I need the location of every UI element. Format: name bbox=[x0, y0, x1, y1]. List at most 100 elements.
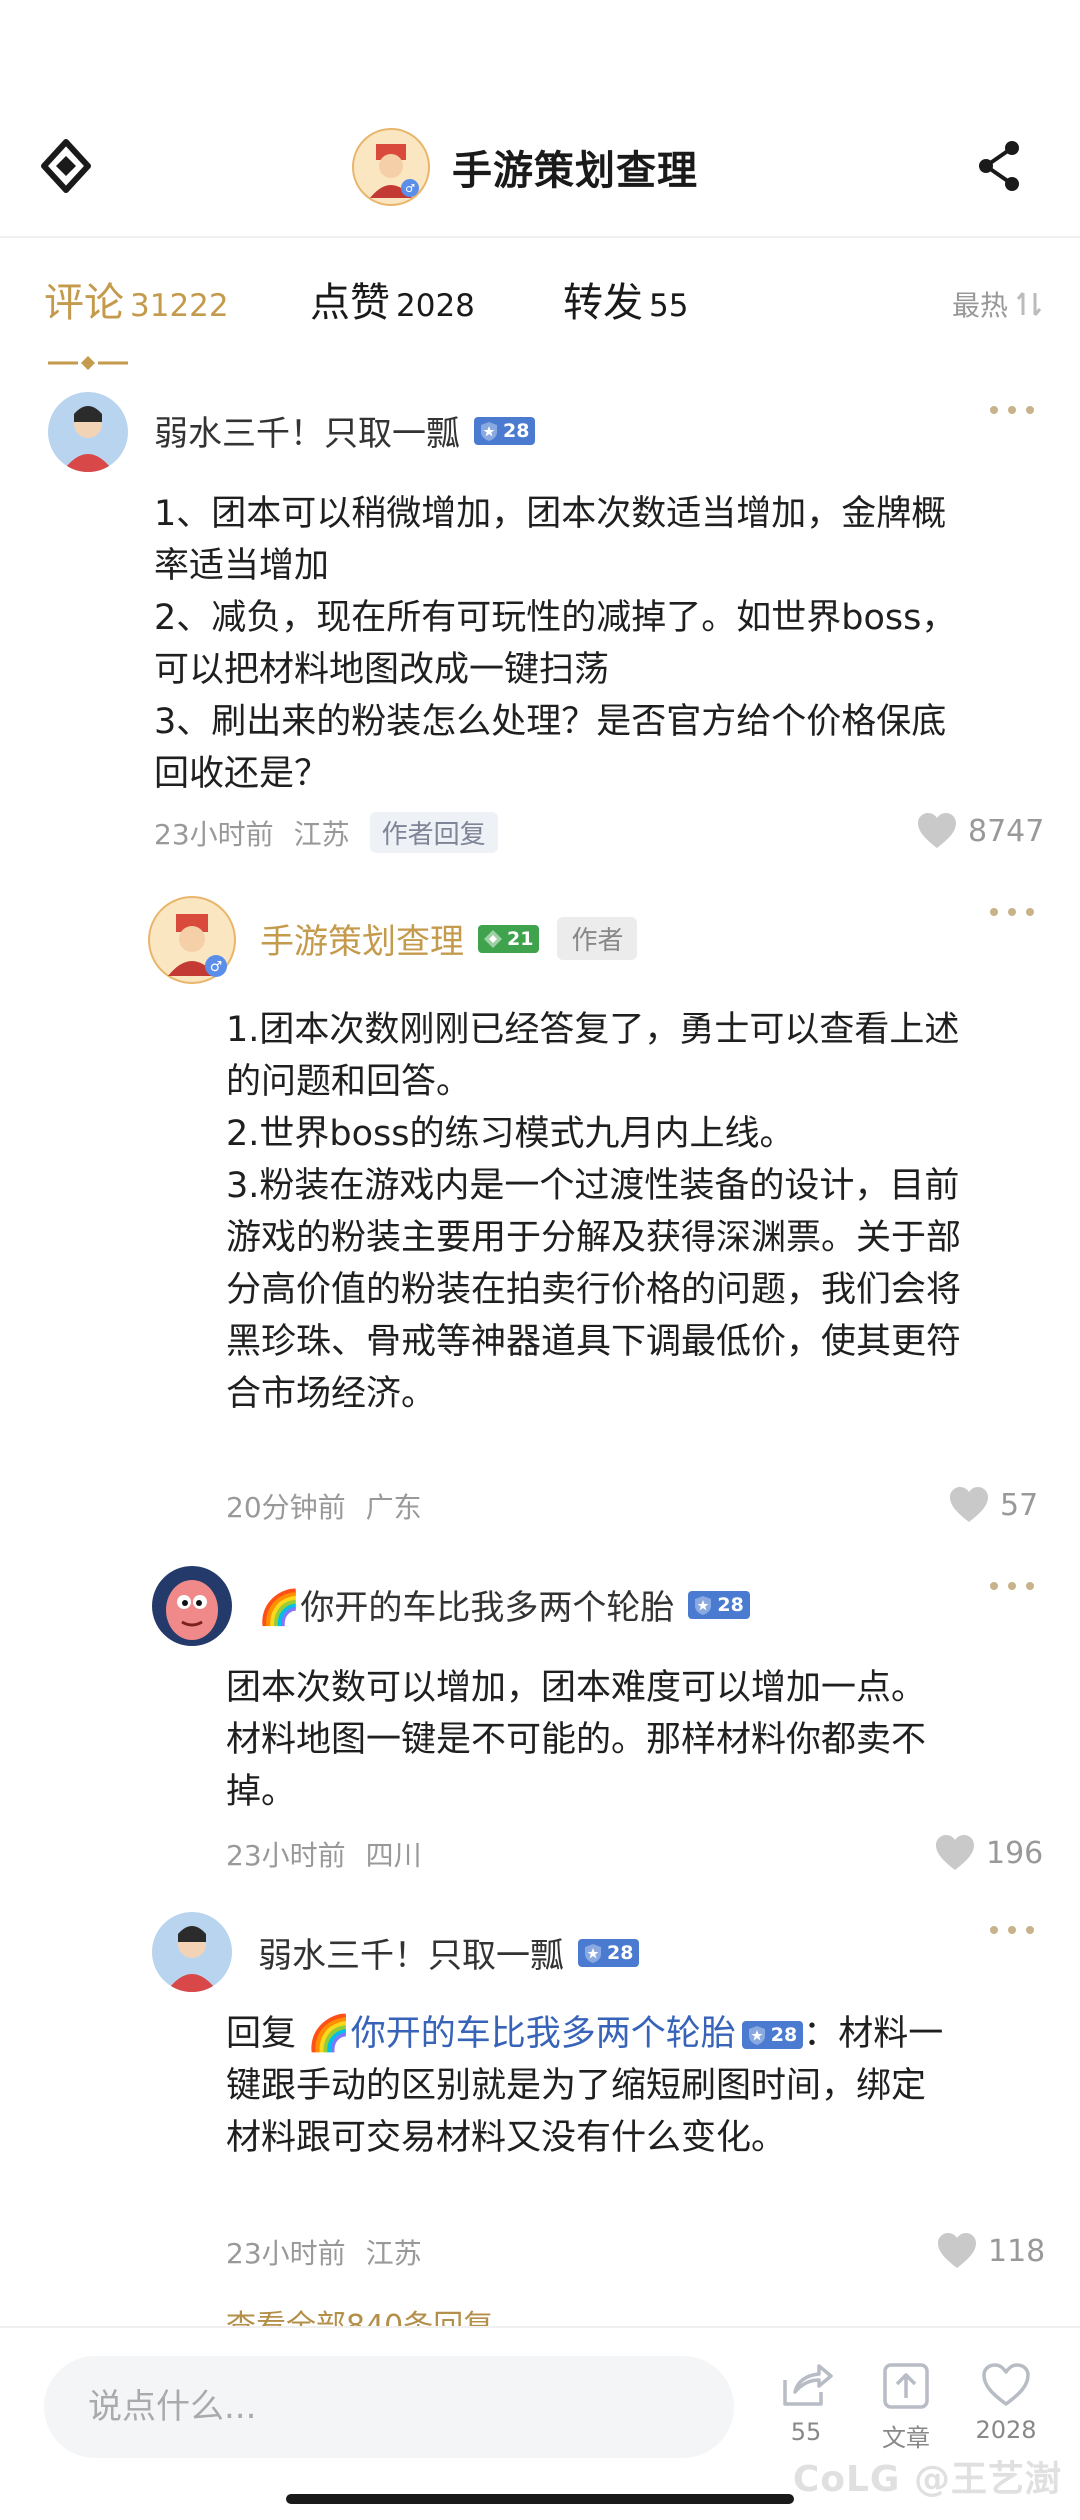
star-shield-icon bbox=[585, 1943, 601, 1963]
comment-meta: 23小时前 四川 bbox=[226, 1834, 442, 1874]
sort-toggle[interactable]: 最热 bbox=[952, 284, 1044, 324]
svg-text:♂: ♂ bbox=[210, 959, 223, 975]
svg-text:♂: ♂ bbox=[405, 182, 415, 195]
like-button[interactable]: 57 bbox=[948, 1486, 1038, 1524]
tab-count: 55 bbox=[649, 288, 689, 324]
like-count: 118 bbox=[988, 2233, 1046, 2269]
heart-outline-icon bbox=[982, 2363, 1030, 2406]
tab-label: 评论 bbox=[44, 280, 124, 326]
star-shield-icon bbox=[748, 2026, 765, 2045]
more-options-button[interactable] bbox=[990, 1924, 1038, 1936]
level-number: 28 bbox=[717, 1593, 744, 1616]
tab-likes[interactable]: 点赞 2028 bbox=[310, 270, 475, 328]
tab-label: 点赞 bbox=[310, 280, 390, 326]
repost-icon bbox=[783, 2364, 833, 2406]
level-number: 28 bbox=[607, 1941, 634, 1964]
tab-comments[interactable]: 评论 31222 bbox=[44, 270, 229, 328]
avatar[interactable] bbox=[152, 1566, 232, 1646]
level-number: 21 bbox=[507, 927, 534, 950]
comment-meta: 20分钟前 广东 bbox=[226, 1486, 442, 1526]
heart-icon bbox=[950, 1487, 988, 1522]
user-name: 弱水三千！只取一瓢 bbox=[258, 1936, 564, 1976]
comment-text: 1.团本次数刚刚已经答复了，勇士可以查看上述的问题和回答。 2.世界boss的练… bbox=[226, 1010, 962, 1414]
header-profile[interactable]: ♂ 手游策划查理 bbox=[352, 122, 698, 212]
back-button[interactable] bbox=[34, 134, 98, 198]
upload-article-icon bbox=[883, 2363, 929, 2409]
like-button[interactable]: 196 bbox=[934, 1834, 1043, 1872]
active-tab-indicator bbox=[48, 356, 128, 370]
level-badge: 21 bbox=[478, 924, 540, 953]
header-divider bbox=[0, 236, 1080, 238]
share-button[interactable] bbox=[968, 134, 1032, 198]
watermark: CoLG @王艺澍 bbox=[792, 2459, 1062, 2500]
diamond-level-icon bbox=[484, 929, 502, 948]
tab-count: 2028 bbox=[396, 288, 475, 324]
comment-location: 江苏 bbox=[293, 817, 350, 851]
author-tag: 作者 bbox=[557, 917, 638, 960]
star-shield-icon bbox=[695, 1595, 712, 1615]
home-indicator[interactable] bbox=[286, 2494, 794, 2504]
page-title: 手游策划查理 bbox=[452, 148, 698, 194]
comment-text: 1、团本可以稍微增加，团本次数适当增加，金牌概率适当增加 2、减负，现在所有可玩… bbox=[154, 494, 957, 794]
like-post-button[interactable]: 2028 bbox=[966, 2362, 1046, 2444]
like-button[interactable]: 118 bbox=[936, 2232, 1045, 2270]
article-label: 文章 bbox=[882, 2424, 930, 2452]
user-name: 弱水三千！只取一瓢 bbox=[154, 414, 460, 454]
star-shield-icon bbox=[481, 421, 497, 441]
comment-time: 23小时前 bbox=[226, 2237, 346, 2270]
article-button[interactable]: 文章 bbox=[866, 2362, 946, 2453]
comment-text: 团本次数可以增加，团本难度可以增加一点。材料地图一键是不可能的。那样材料你都卖不… bbox=[226, 1668, 927, 1812]
app-screen: ♂ 手游策划查理 评论 31222 点赞 2028 转发 55 最热 弱水三千！… bbox=[0, 0, 1080, 2520]
like-count: 8747 bbox=[968, 813, 1045, 849]
author-replied-tag: 作者回复 bbox=[369, 812, 498, 853]
user-name: 🌈你开的车比我多两个轮胎 bbox=[258, 1588, 675, 1628]
top-header: ♂ 手游策划查理 bbox=[0, 112, 1080, 232]
share-icon bbox=[979, 141, 1019, 191]
commenter-name[interactable]: 手游策划查理 21 作者 bbox=[260, 914, 638, 963]
commenter-name[interactable]: 弱水三千！只取一瓢 28 bbox=[154, 406, 536, 455]
repost-count: 55 bbox=[790, 2418, 822, 2446]
commenter-name[interactable]: 弱水三千！只取一瓢 28 bbox=[258, 1928, 640, 1977]
comment-location: 四川 bbox=[365, 1839, 422, 1872]
tab-label: 转发 bbox=[563, 280, 643, 326]
reply-prefix: 回复 bbox=[226, 2014, 308, 2054]
level-number: 28 bbox=[770, 2024, 798, 2046]
like-count: 196 bbox=[986, 1835, 1044, 1871]
more-options-button[interactable] bbox=[990, 1580, 1038, 1592]
like-post-count: 2028 bbox=[975, 2416, 1037, 2444]
mention-link[interactable]: 🌈你开的车比我多两个轮胎 bbox=[307, 2014, 736, 2054]
tab-reposts[interactable]: 转发 55 bbox=[563, 270, 688, 328]
avatar[interactable] bbox=[48, 392, 128, 472]
user-name: 手游策划查理 bbox=[260, 922, 464, 962]
level-badge: 28 bbox=[474, 416, 536, 445]
comment-input-box[interactable] bbox=[44, 2356, 734, 2458]
more-options-button[interactable] bbox=[990, 906, 1038, 918]
sort-arrows-icon bbox=[1016, 292, 1042, 316]
comment-meta: 23小时前 江苏 作者回复 bbox=[154, 812, 518, 853]
avatar[interactable] bbox=[152, 1912, 232, 1992]
back-diamond-icon bbox=[41, 139, 91, 193]
level-number: 28 bbox=[503, 419, 530, 442]
avatar[interactable]: ♂ bbox=[148, 896, 236, 984]
comment-time: 20分钟前 bbox=[226, 1491, 346, 1524]
header-avatar[interactable]: ♂ bbox=[352, 128, 430, 206]
tab-count: 31222 bbox=[130, 288, 229, 324]
heart-icon bbox=[938, 2233, 976, 2268]
level-badge: 28 bbox=[688, 1590, 750, 1619]
view-all-replies-link[interactable]: 查看全部840条回复 bbox=[226, 2306, 493, 2328]
comment-tabs: 评论 31222 点赞 2028 转发 55 最热 bbox=[44, 270, 1044, 370]
comment-time: 23小时前 bbox=[226, 1839, 346, 1872]
comment-input[interactable] bbox=[88, 2387, 688, 2427]
comment-location: 江苏 bbox=[365, 2237, 422, 2270]
comment-text: 回复 🌈你开的车比我多两个轮胎 28 ：材料一键跟手动的区别就是为了缩短刷图时间… bbox=[226, 2008, 956, 2164]
commenter-name[interactable]: 🌈你开的车比我多两个轮胎 28 bbox=[258, 1580, 750, 1629]
more-options-button[interactable] bbox=[990, 404, 1038, 416]
repost-button[interactable]: 55 bbox=[766, 2362, 846, 2446]
comment-location: 广东 bbox=[365, 1491, 422, 1524]
level-badge: 28 bbox=[741, 2021, 804, 2049]
comment-meta: 23小时前 江苏 bbox=[226, 2232, 442, 2272]
level-badge: 28 bbox=[578, 1938, 640, 1967]
like-button[interactable]: 8747 bbox=[916, 812, 1044, 850]
comment-time: 23小时前 bbox=[154, 817, 274, 851]
heart-icon bbox=[918, 813, 956, 848]
